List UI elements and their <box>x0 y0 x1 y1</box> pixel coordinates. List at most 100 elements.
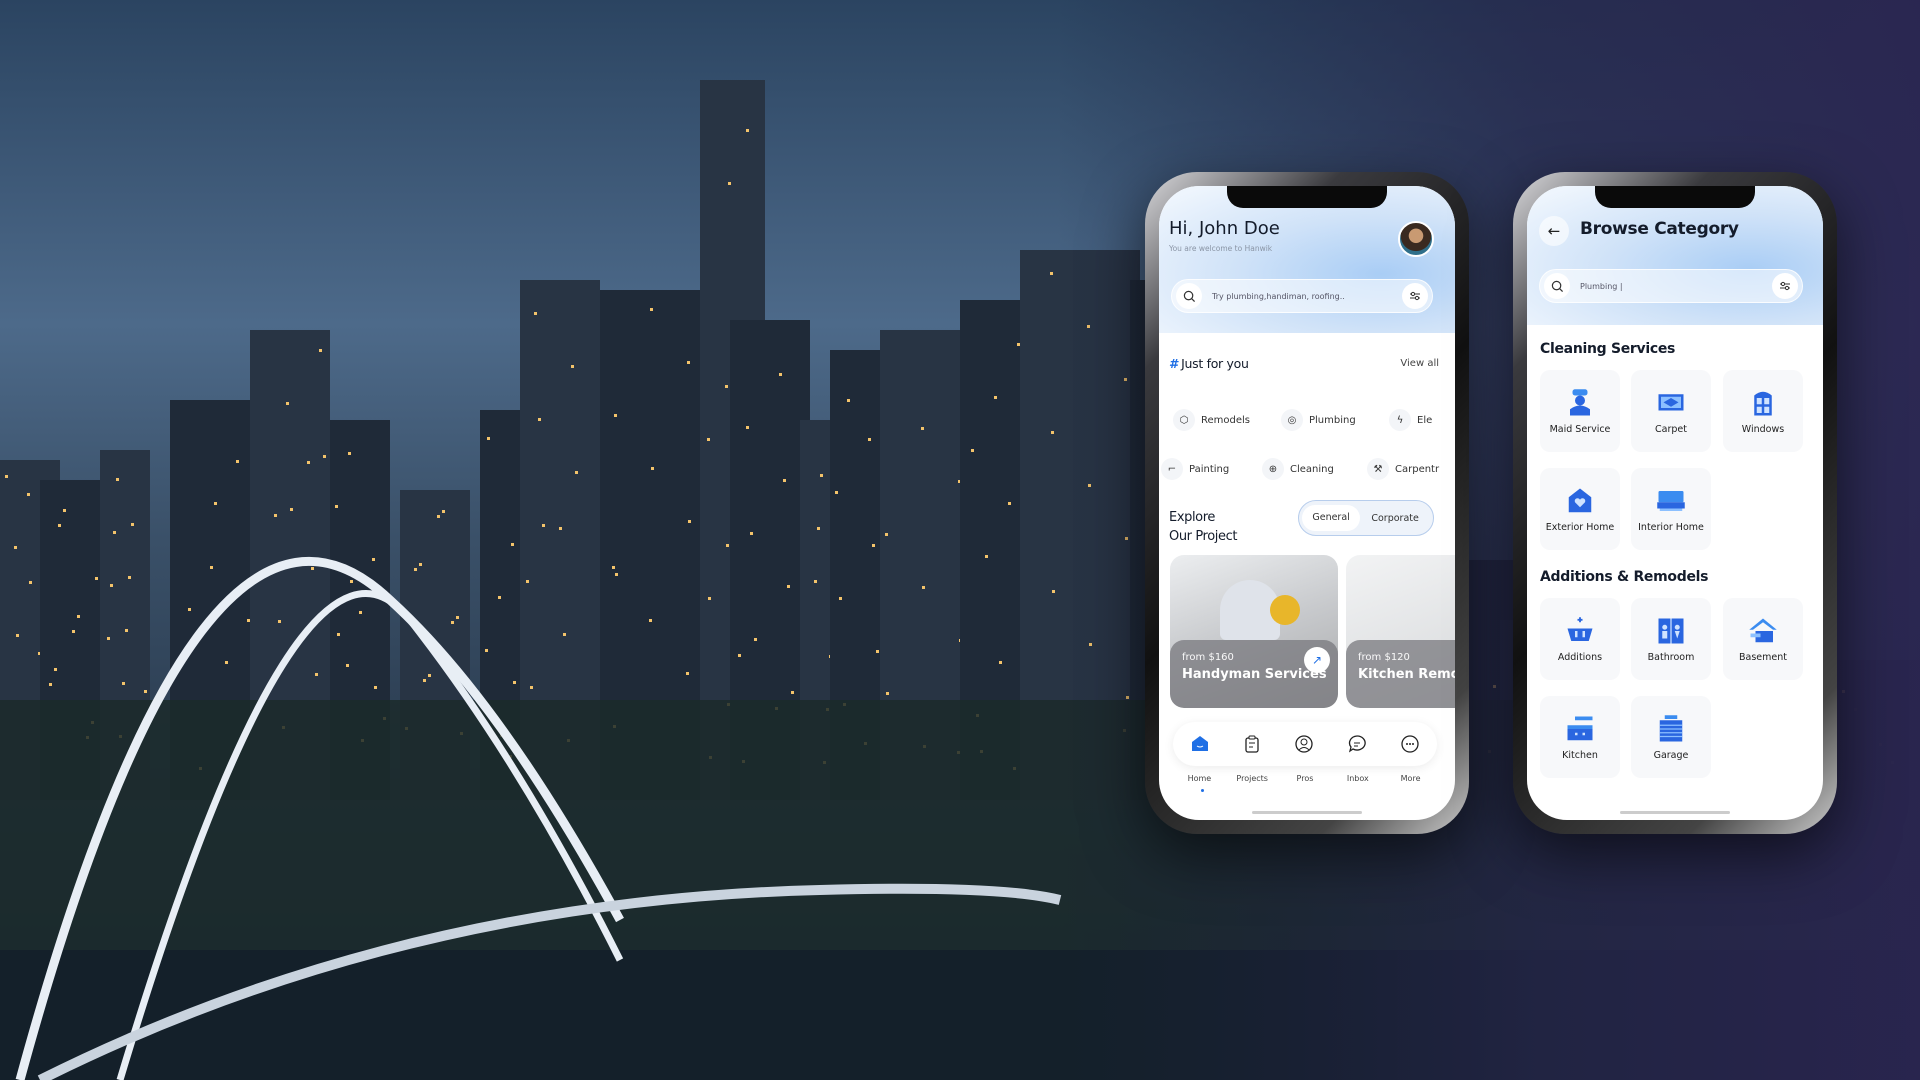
project-card-handyman[interactable]: from $160 Handyman Services ↗ <box>1170 555 1338 708</box>
window-icon <box>1754 391 1772 415</box>
lightning-icon: ϟ <box>1389 409 1411 431</box>
bucket-icon: ⊕ <box>1262 458 1284 480</box>
category-label: Interior Home <box>1638 521 1704 533</box>
chat-icon[interactable] <box>1348 735 1366 753</box>
wrench-icon: ⚒ <box>1367 458 1389 480</box>
paint-roller-icon: ⌐ <box>1161 458 1183 480</box>
nav-pros[interactable]: Pros <box>1285 774 1325 783</box>
chip-label: Ele <box>1417 414 1433 426</box>
chip-painting[interactable]: ⌐ Painting <box>1161 458 1229 480</box>
search-icon <box>1176 283 1202 309</box>
nav-inbox[interactable]: Inbox <box>1338 774 1378 783</box>
more-icon[interactable] <box>1401 735 1419 753</box>
toggle-general[interactable]: General <box>1302 505 1361 531</box>
browse-screen: ← Browse Category Plumbing | Cleaning Se… <box>1527 186 1823 820</box>
category-label: Kitchen <box>1562 749 1598 761</box>
nav-projects[interactable]: Projects <box>1232 774 1272 783</box>
maid-icon <box>1570 388 1590 415</box>
kitchen-icon <box>1567 716 1593 740</box>
project-toggle[interactable]: General Corporate <box>1298 500 1434 536</box>
hash-icon: # <box>1169 356 1178 371</box>
toggle-corporate[interactable]: Corporate <box>1360 513 1430 524</box>
avatar[interactable] <box>1398 221 1434 257</box>
category-tile-garage[interactable]: Garage <box>1631 696 1711 778</box>
drops-icon: ◎ <box>1281 409 1303 431</box>
view-all-link[interactable]: View all <box>1400 358 1439 369</box>
house-heart-icon <box>1568 488 1592 512</box>
chip-label: Painting <box>1189 463 1230 475</box>
home-indicator <box>1252 811 1362 814</box>
section-title-additions: Additions & Remodels <box>1540 569 1709 585</box>
basket-icon <box>1567 616 1593 641</box>
project-card-kitchen[interactable]: from $120 Kitchen Remo <box>1346 555 1455 708</box>
section-title-cleaning: Cleaning Services <box>1540 341 1676 357</box>
category-tile-windows[interactable]: Windows <box>1723 370 1803 452</box>
back-arrow-icon[interactable]: ← <box>1539 216 1569 246</box>
page-title: Browse Category <box>1580 219 1739 239</box>
card-title: Kitchen Remo <box>1358 667 1455 682</box>
chip-remodels[interactable]: ⬡ Remodels <box>1173 409 1250 431</box>
category-tile-basement[interactable]: Basement <box>1723 598 1803 680</box>
user-circle-icon[interactable] <box>1295 735 1313 753</box>
filter-icon[interactable] <box>1772 273 1798 299</box>
card-overlay: from $120 Kitchen Remo <box>1346 640 1455 708</box>
category-label: Bathroom <box>1647 651 1695 663</box>
bottom-nav <box>1173 722 1437 766</box>
greeting: Hi, John Doe <box>1169 218 1280 239</box>
chip-label: Cleaning <box>1290 463 1334 475</box>
chip-carpentry[interactable]: ⚒ Carpentr <box>1367 458 1439 480</box>
category-tile-exterior-home[interactable]: Exterior Home <box>1540 468 1620 550</box>
chip-cleaning[interactable]: ⊕ Cleaning <box>1262 458 1334 480</box>
saw-photo-detail <box>1270 595 1300 625</box>
category-tile-bathroom[interactable]: Bathroom <box>1631 598 1711 680</box>
bottom-nav-labels: Home Projects Pros Inbox More <box>1173 774 1437 783</box>
chip-electrical[interactable]: ϟ Ele <box>1389 409 1432 431</box>
browse-phone-mockup: ← Browse Category Plumbing | Cleaning Se… <box>1513 172 1837 834</box>
carpet-icon <box>1658 393 1684 410</box>
nav-more[interactable]: More <box>1391 774 1431 783</box>
category-tile-kitchen[interactable]: Kitchen <box>1540 696 1620 778</box>
explore-line2: Our Project <box>1169 529 1238 544</box>
category-label: Additions <box>1557 651 1603 663</box>
category-tile-carpet[interactable]: Carpet <box>1631 370 1711 452</box>
search-bar[interactable]: Plumbing | <box>1539 269 1803 303</box>
phone-notch <box>1595 186 1755 208</box>
category-label: Carpet <box>1655 423 1687 435</box>
explore-line1: Explore <box>1169 510 1215 525</box>
search-input[interactable]: Plumbing | <box>1570 282 1772 291</box>
clipboard-icon[interactable] <box>1244 735 1260 753</box>
home-icon[interactable] <box>1191 735 1209 753</box>
basement-icon <box>1749 618 1777 642</box>
category-label: Garage <box>1653 749 1689 761</box>
category-label: Windows <box>1741 423 1785 435</box>
category-label: Basement <box>1739 651 1787 663</box>
chip-label: Plumbing <box>1309 414 1356 426</box>
category-tile-interior-home[interactable]: Interior Home <box>1631 468 1711 550</box>
chip-plumbing[interactable]: ◎ Plumbing <box>1281 409 1356 431</box>
arrow-up-right-icon[interactable]: ↗ <box>1304 647 1330 673</box>
category-label: Maid Service <box>1549 423 1611 435</box>
home-indicator <box>1620 811 1730 814</box>
home-screen: Hi, John Doe You are welcome to Hanwik T… <box>1159 186 1455 820</box>
filter-icon[interactable] <box>1402 283 1428 309</box>
explore-heading: Explore Our Project <box>1169 508 1237 546</box>
nav-home[interactable]: Home <box>1179 774 1219 783</box>
category-label: Exterior Home <box>1545 521 1615 533</box>
chip-label: Remodels <box>1201 414 1250 426</box>
just-for-you-heading: # Just for you <box>1169 356 1249 371</box>
active-indicator <box>1201 789 1204 792</box>
search-input[interactable]: Try plumbing,handiman, roofing.. <box>1202 292 1402 301</box>
home-phone-mockup: Hi, John Doe You are welcome to Hanwik T… <box>1145 172 1469 834</box>
card-title: Handyman Services <box>1182 667 1327 682</box>
garage-icon <box>1659 714 1683 741</box>
welcome-subtitle: You are welcome to Hanwik <box>1169 244 1273 253</box>
search-bar[interactable]: Try plumbing,handiman, roofing.. <box>1171 279 1433 313</box>
card-price: from $120 <box>1358 652 1410 663</box>
category-tile-maid-service[interactable]: Maid Service <box>1540 370 1620 452</box>
sofa-icon <box>1657 490 1685 511</box>
category-tile-additions[interactable]: Additions <box>1540 598 1620 680</box>
phone-notch <box>1227 186 1387 208</box>
cube-icon: ⬡ <box>1173 409 1195 431</box>
section-title: Just for you <box>1181 356 1249 371</box>
restroom-icon <box>1658 618 1684 643</box>
